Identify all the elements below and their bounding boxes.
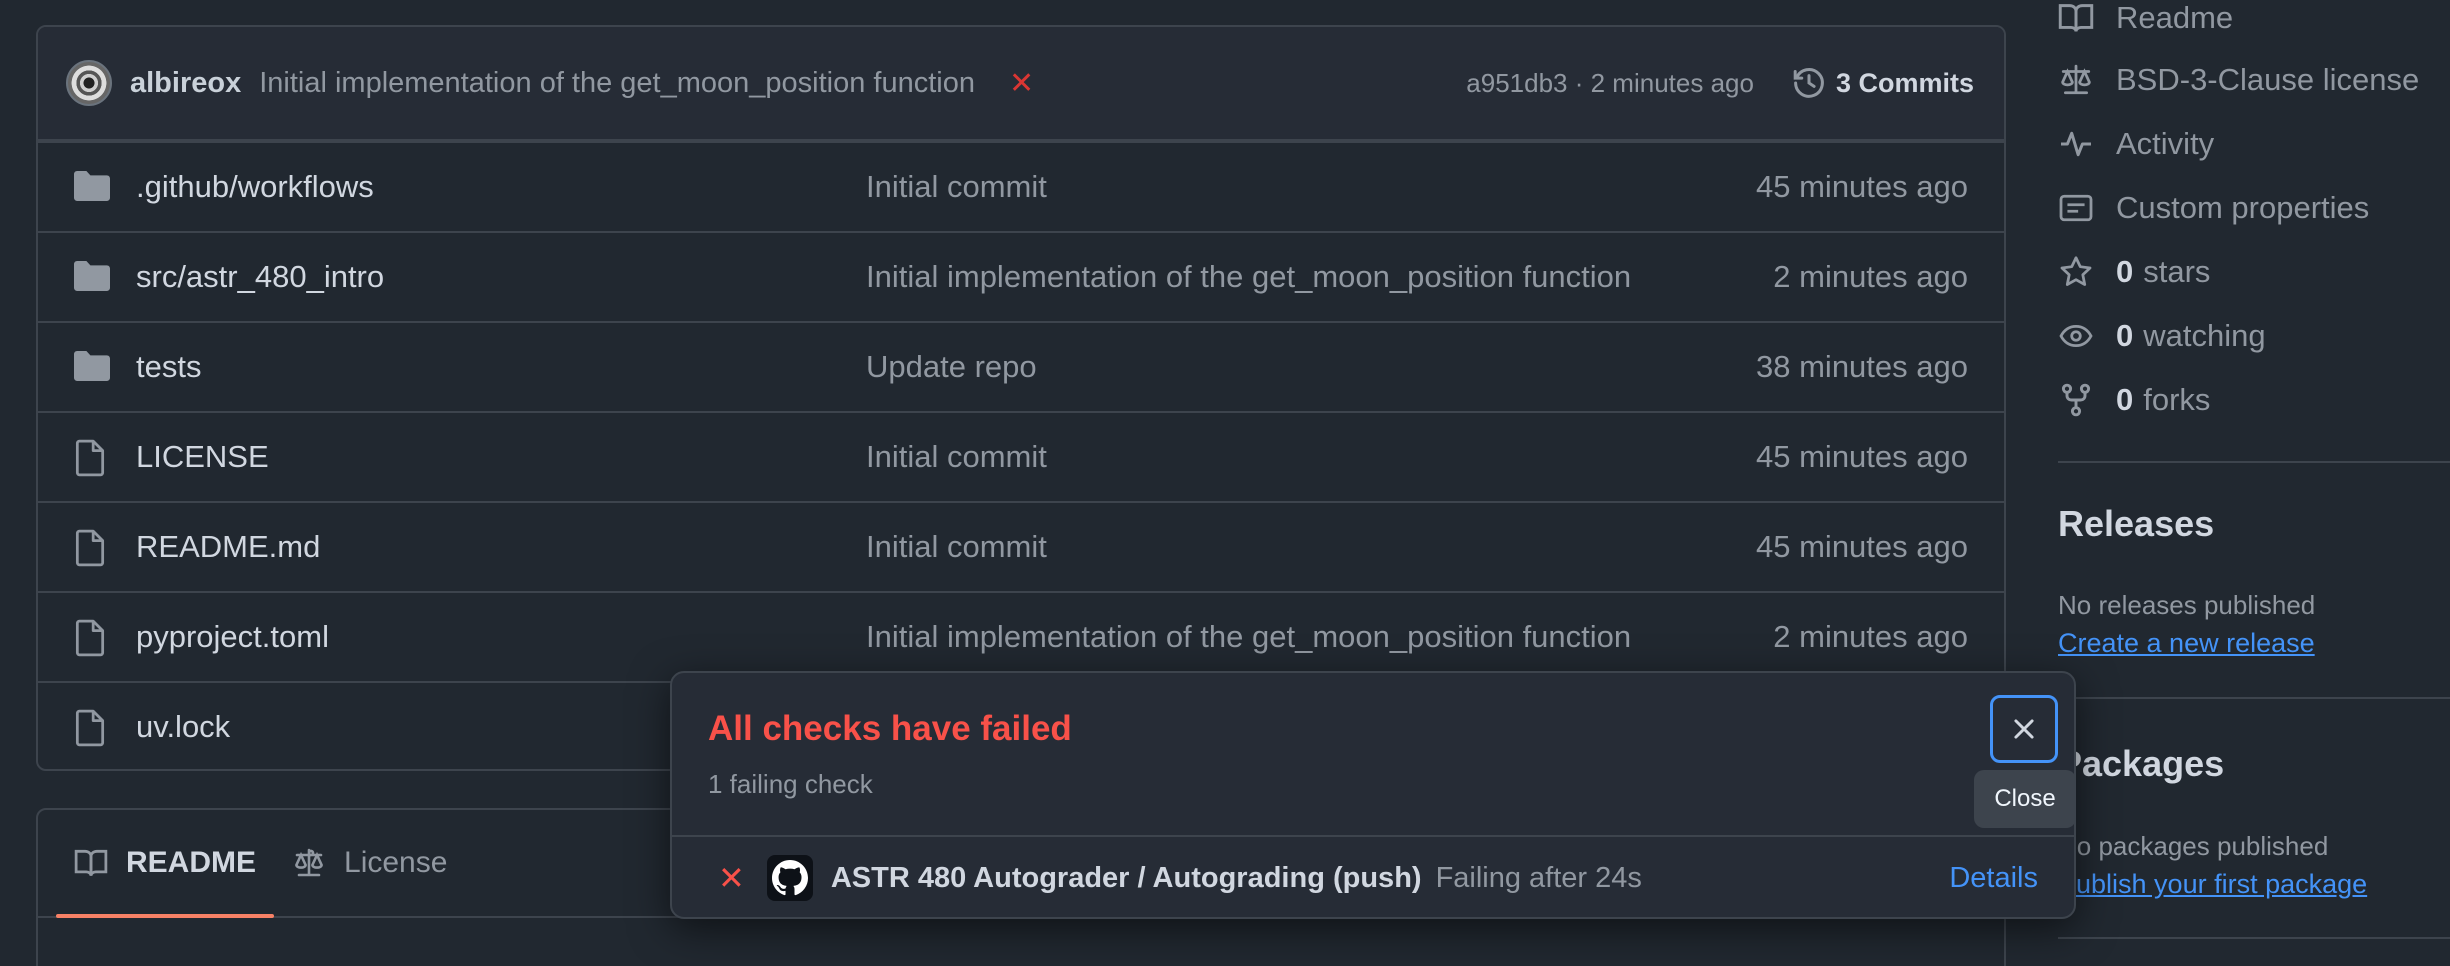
file-commit-time: 45 minutes ago <box>1756 529 1968 564</box>
sidebar-readme-link[interactable]: Readme <box>2058 0 2233 36</box>
file-commit-time: 2 minutes ago <box>1773 259 1968 294</box>
x-icon: ✕ <box>718 860 745 896</box>
book-icon <box>2058 4 2094 32</box>
file-commit-message[interactable]: Initial implementation of the get_moon_p… <box>866 259 1773 295</box>
check-status: Failing after 24s <box>1435 861 1642 894</box>
file-commit-message[interactable]: Initial commit <box>866 169 1756 205</box>
sidebar-divider <box>2058 697 2450 699</box>
folder-icon <box>72 349 112 385</box>
sidebar-watching-link[interactable]: 0 watching <box>2058 318 2266 354</box>
file-row[interactable]: src/astr_480_intro Initial implementation… <box>38 231 2004 321</box>
github-logo-icon <box>766 855 813 901</box>
file-row[interactable]: tests Update repo 38 minutes ago <box>38 321 2004 411</box>
tab-readme[interactable]: README <box>56 810 275 918</box>
tab-license[interactable]: License <box>274 810 465 916</box>
file-commit-message[interactable]: Initial commit <box>866 439 1756 475</box>
file-commit-time: 2 minutes ago <box>1773 619 1968 654</box>
author-avatar[interactable] <box>66 60 112 106</box>
file-row[interactable]: .github/workflows Initial commit 45 minute… <box>38 141 2004 231</box>
fork-icon <box>2061 383 2091 417</box>
file-name-link[interactable]: src/astr_480_intro <box>136 259 866 295</box>
commit-author[interactable]: albireox <box>130 67 241 100</box>
file-name-link[interactable]: tests <box>136 349 866 385</box>
sidebar-forks-link[interactable]: 0 forks <box>2058 382 2210 418</box>
eye-icon <box>2059 324 2093 348</box>
close-tooltip: Close <box>1974 770 2076 828</box>
book-icon <box>74 849 108 876</box>
folder-icon <box>72 169 112 205</box>
checks-status-title: All checks have failed <box>708 709 1072 748</box>
file-name-link[interactable]: .github/workflows <box>136 169 866 205</box>
checks-popover: All checks have failed 1 failing check C… <box>670 671 2076 919</box>
commits-history-link[interactable]: 3 Commits <box>1792 66 1974 100</box>
x-icon[interactable]: ✕ <box>1009 66 1034 101</box>
releases-empty-text: No releases published <box>2058 590 2316 620</box>
star-icon <box>2060 256 2092 286</box>
file-row[interactable]: pyproject.toml Initial implementation of … <box>38 591 2004 681</box>
watching-label: watching <box>2143 318 2266 353</box>
file-commit-message[interactable]: Initial implementation of the get_moon_p… <box>866 619 1773 655</box>
check-row: ✕ ASTR 480 Autograder / Autograding (pus… <box>672 835 2074 919</box>
file-icon <box>72 529 112 567</box>
file-commit-message[interactable]: Update repo <box>866 349 1756 385</box>
note-icon <box>2059 194 2093 222</box>
create-release-link[interactable]: Create a new release <box>2058 628 2315 659</box>
sidebar-readme-label: Readme <box>2116 0 2234 35</box>
releases-heading[interactable]: Releases <box>2058 503 2214 545</box>
close-button[interactable] <box>1990 695 2058 763</box>
history-icon <box>1793 68 1824 98</box>
file-commit-time: 45 minutes ago <box>1756 169 1968 204</box>
file-icon <box>72 709 112 747</box>
scale-icon <box>295 848 323 877</box>
file-row[interactable]: README.md Initial commit 45 minutes ago <box>38 501 2004 591</box>
file-row[interactable]: LICENSE Initial commit 45 minutes ago <box>38 411 2004 501</box>
file-name-link[interactable]: README.md <box>136 529 866 565</box>
sidebar-license-link[interactable]: BSD-3-Clause license <box>2058 62 2419 98</box>
scale-icon <box>2061 64 2091 95</box>
commit-message[interactable]: Initial implementation of the get_moon_p… <box>259 67 975 100</box>
sidebar-divider <box>2058 937 2450 939</box>
packages-heading[interactable]: Packages <box>2058 743 2224 785</box>
sidebar-stars-link[interactable]: 0 stars <box>2058 254 2210 290</box>
file-name-link[interactable]: pyproject.toml <box>136 619 866 655</box>
tab-readme-label: README <box>126 846 257 879</box>
stars-label: stars <box>2143 254 2211 289</box>
checks-status-subtitle: 1 failing check <box>708 769 873 799</box>
close-icon <box>2014 719 2034 739</box>
latest-commit-bar: albireox Initial implementation of the g… <box>38 27 2004 141</box>
commits-count-label: 3 Commits <box>1835 67 1974 98</box>
file-icon <box>72 619 112 657</box>
file-icon <box>72 439 112 477</box>
file-commit-time: 45 minutes ago <box>1756 439 1968 474</box>
file-commit-time: 38 minutes ago <box>1756 349 1968 384</box>
file-commit-message[interactable]: Initial commit <box>866 529 1756 565</box>
publish-package-link[interactable]: Publish your first package <box>2058 869 2367 900</box>
watching-count: 0 <box>2116 318 2134 353</box>
sidebar-custom-properties-link[interactable]: Custom properties <box>2058 190 2369 226</box>
details-link[interactable]: Details <box>1949 862 2038 895</box>
forks-count: 0 <box>2116 382 2134 417</box>
commit-hash-time[interactable]: a951db3 · 2 minutes ago <box>1466 68 1754 99</box>
packages-empty-text: No packages published <box>2058 831 2329 861</box>
file-browser: albireox Initial implementation of the g… <box>36 25 2006 771</box>
sidebar-activity-label: Activity <box>2116 126 2215 161</box>
sidebar-license-label: BSD-3-Clause license <box>2116 62 2420 97</box>
tab-license-label: License <box>344 846 448 879</box>
forks-label: forks <box>2143 382 2211 417</box>
repo-sidebar: Readme BSD-3-Clause license Activity Cus… <box>2058 0 2450 966</box>
file-name-link[interactable]: LICENSE <box>136 439 866 475</box>
folder-icon <box>72 259 112 295</box>
check-name: ASTR 480 Autograder / Autograding (push) <box>830 861 1422 894</box>
sidebar-divider <box>2058 461 2450 463</box>
sidebar-activity-link[interactable]: Activity <box>2058 126 2214 162</box>
stars-count: 0 <box>2116 254 2134 289</box>
sidebar-custom-properties-label: Custom properties <box>2116 190 2370 225</box>
pulse-icon <box>2061 131 2091 157</box>
